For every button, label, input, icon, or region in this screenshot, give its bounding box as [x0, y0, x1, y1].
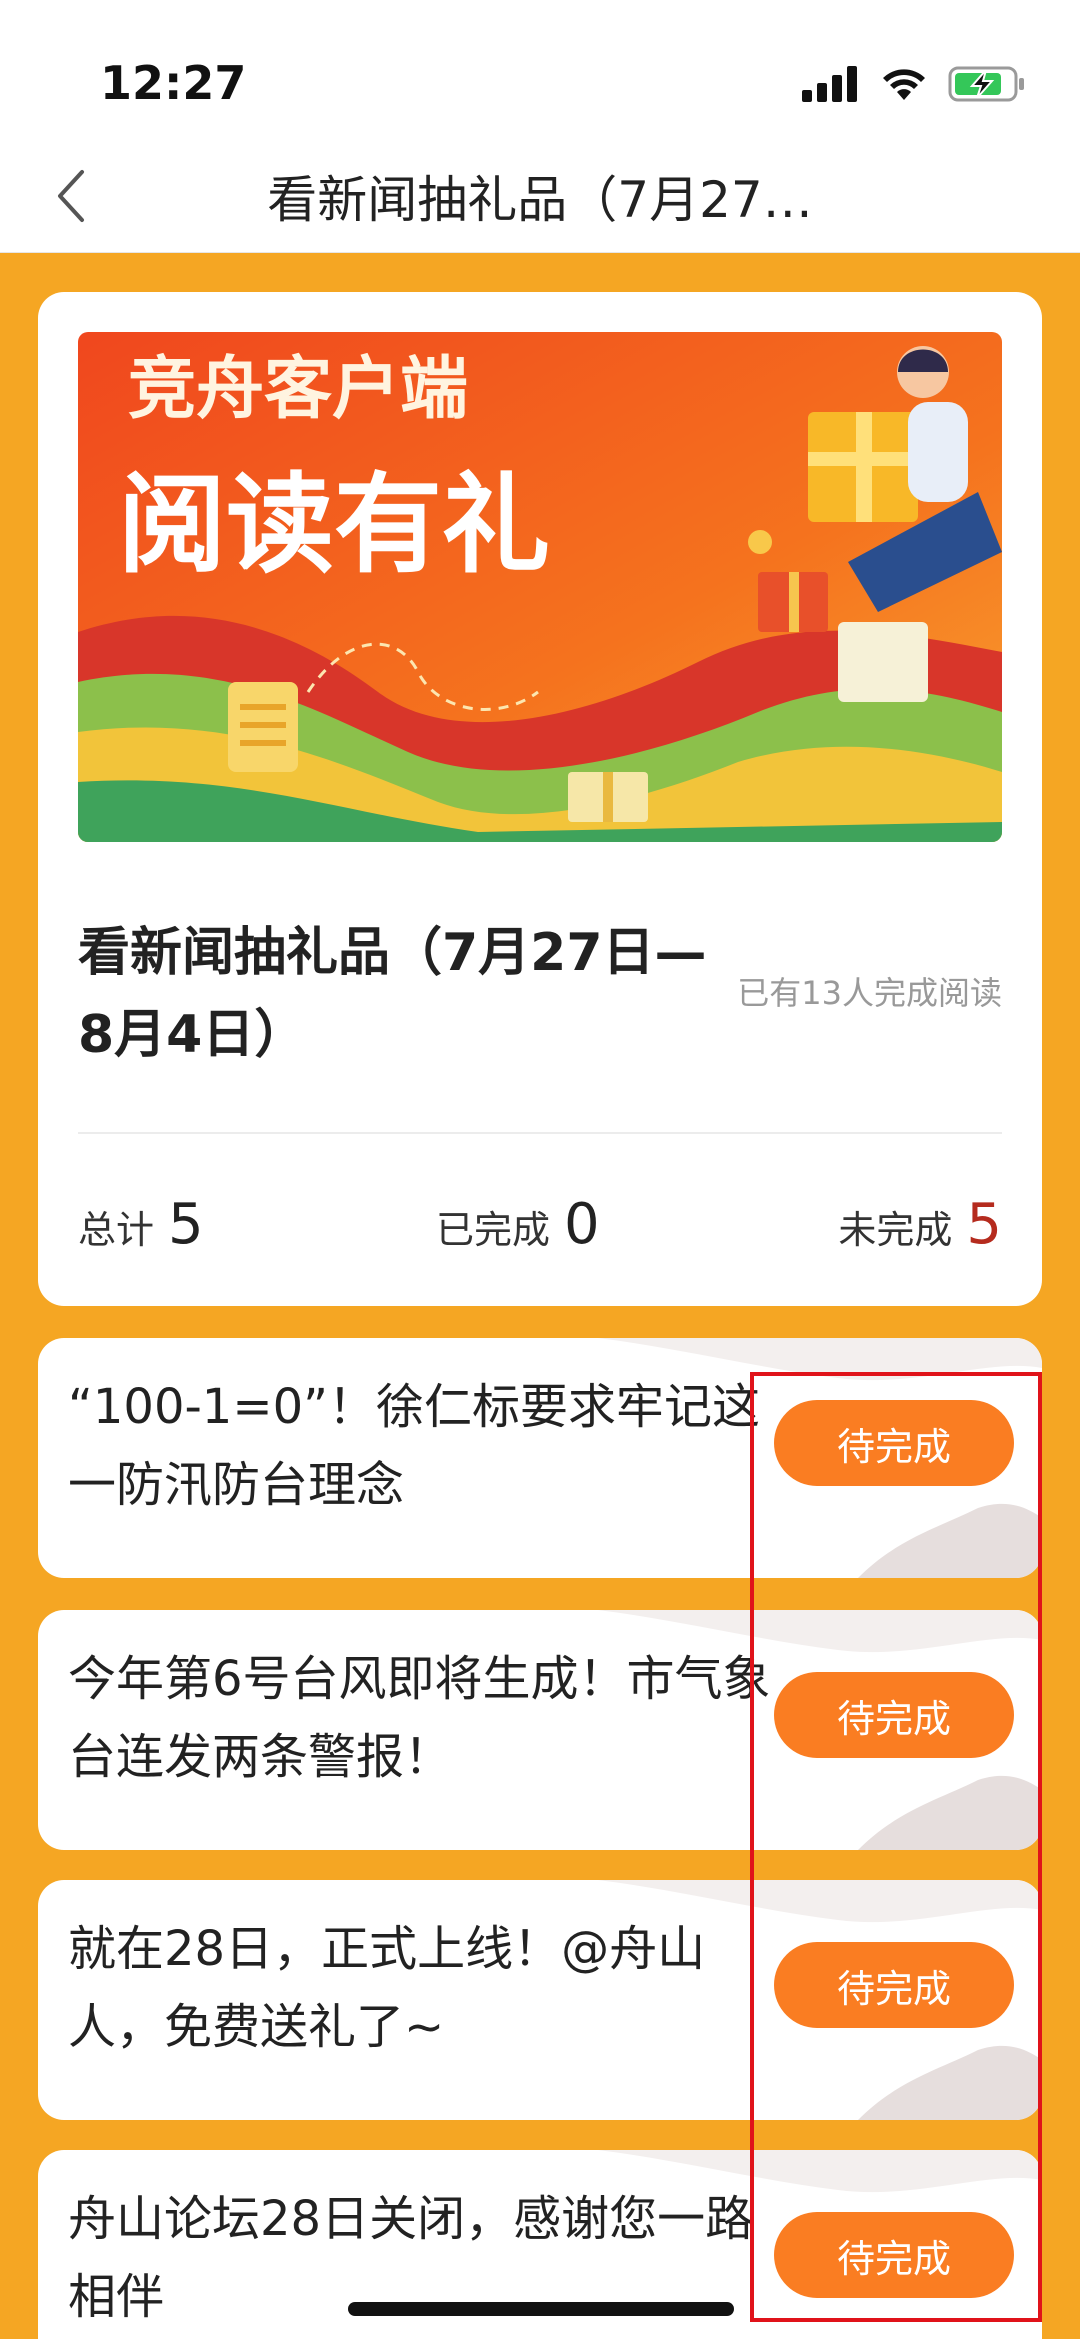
article-title: 就在28日，正式上线！@舟山人，免费送礼了~: [68, 1921, 706, 2055]
wifi-icon: [883, 69, 925, 100]
activity-title: 看新闻抽礼品（7月27日—8月4日）: [78, 923, 707, 1065]
nav-bar: 看新闻抽礼品（7月27…: [0, 140, 1080, 253]
stat-done-label: 已完成: [436, 1208, 551, 1252]
status-bar: 12:27: [0, 0, 1080, 140]
stat-total-label: 总计: [78, 1208, 155, 1252]
stat-done: 已完成 0: [436, 1192, 600, 1257]
article-title: 今年第6号台风即将生成！市气象台连发两条警报！: [68, 1651, 771, 1785]
banner-line2: 阅读有礼: [118, 463, 550, 588]
document-illustration: [228, 682, 298, 772]
stat-total-value: 5: [168, 1192, 204, 1257]
activity-banner: 竞舟客户端 阅读有礼: [78, 332, 1002, 842]
readers-count: 已有13人完成阅读: [737, 974, 1002, 1012]
battery-charging-icon: [948, 66, 1024, 102]
activity-card: 竞舟客户端 阅读有礼 看新闻抽礼品（7月27日—8月4日） 已有13人完成阅读 …: [38, 292, 1042, 1306]
article-title: “100-1=0”！徐仁标要求牢记这一防汛防台理念: [68, 1379, 760, 1513]
status-time: 12:27: [100, 56, 247, 110]
stat-todo-value: 5: [966, 1192, 1002, 1257]
home-indicator[interactable]: [348, 2302, 734, 2316]
stat-total: 总计 5: [78, 1192, 204, 1257]
page-title: 看新闻抽礼品（7月27…: [267, 171, 813, 229]
stat-todo: 未完成 5: [838, 1192, 1002, 1257]
highlight-box: [750, 1372, 1042, 2322]
divider: [78, 1132, 1002, 1134]
stat-todo-label: 未完成: [838, 1208, 953, 1252]
status-icons: [802, 62, 1028, 106]
signal-icon: [802, 66, 857, 102]
back-chevron-icon[interactable]: [40, 160, 110, 230]
banner-line1: 竞舟客户端: [128, 350, 468, 429]
stat-done-value: 0: [564, 1192, 600, 1257]
